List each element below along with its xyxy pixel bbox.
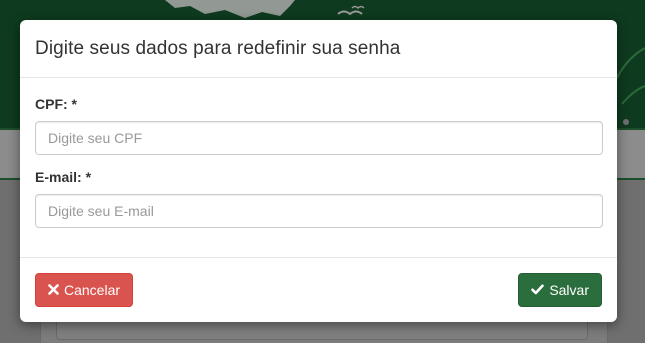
cancel-button-label: Cancelar	[64, 281, 121, 298]
modal-header: Digite seus dados para redefinir sua sen…	[20, 20, 617, 78]
email-input[interactable]	[35, 194, 603, 228]
cpf-form-group: CPF: *	[35, 96, 603, 155]
email-form-group: E-mail: *	[35, 169, 603, 228]
check-icon	[531, 284, 545, 295]
save-button[interactable]: Salvar	[518, 272, 602, 307]
modal-footer: Cancelar Salvar	[20, 258, 617, 321]
cpf-label: CPF: *	[35, 96, 77, 112]
close-icon	[48, 284, 59, 295]
modal-title: Digite seus dados para redefinir sua sen…	[35, 37, 401, 59]
save-button-label: Salvar	[549, 281, 589, 298]
cpf-input[interactable]	[35, 121, 603, 155]
modal-body: CPF: * E-mail: *	[20, 78, 617, 258]
cancel-button[interactable]: Cancelar	[35, 272, 134, 307]
reset-password-modal: Digite seus dados para redefinir sua sen…	[20, 20, 617, 322]
email-label: E-mail: *	[35, 169, 92, 185]
